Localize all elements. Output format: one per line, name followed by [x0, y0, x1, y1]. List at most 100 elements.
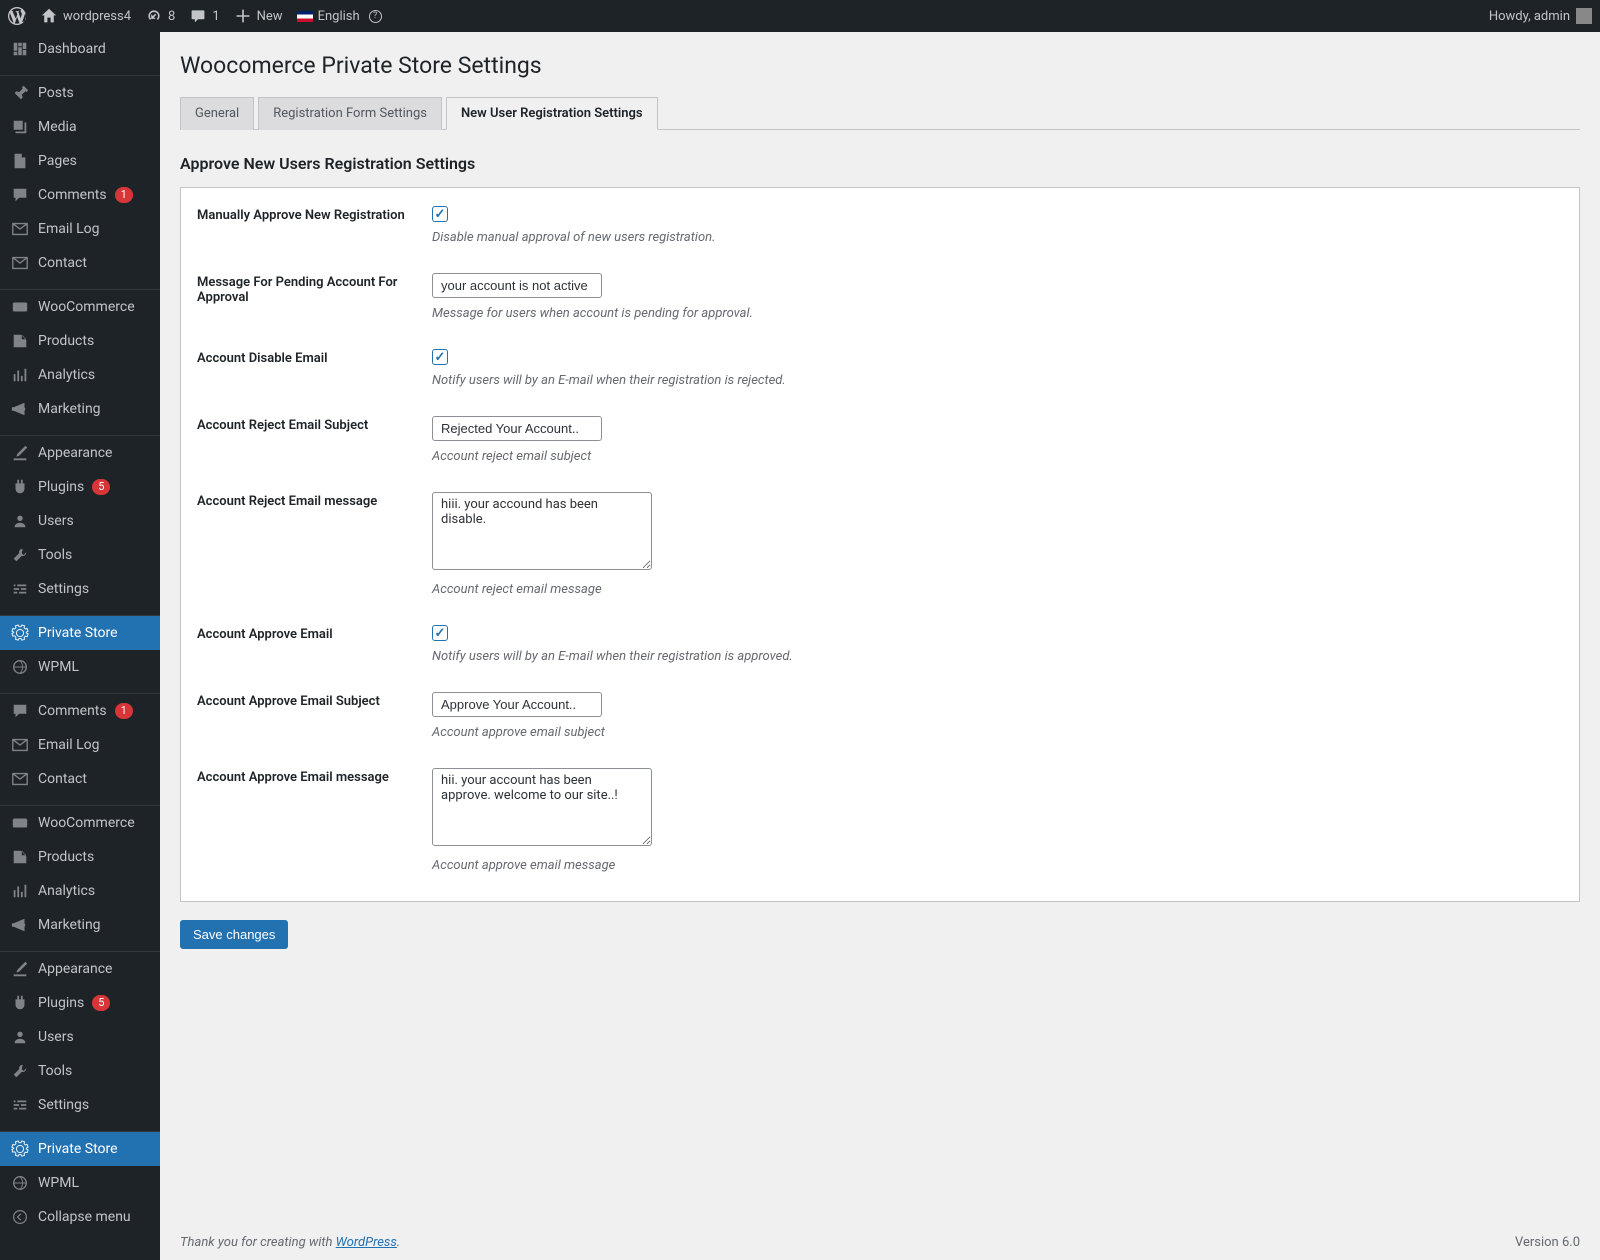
tab-new-user-registration[interactable]: New User Registration Settings: [446, 97, 658, 130]
plugins-icon: [10, 993, 30, 1013]
marketing-icon: [10, 399, 30, 419]
sidebar-item-products[interactable]: Products: [0, 324, 160, 358]
marketing-icon: [10, 915, 30, 935]
sidebar-item-private-store[interactable]: Private Store: [0, 616, 160, 650]
sidebar-item-appearance[interactable]: Appearance: [0, 436, 160, 470]
sidebar-item-comments[interactable]: Comments1: [0, 694, 160, 728]
main-content: Woocomerce Private Store Settings Genera…: [160, 32, 1600, 1260]
wordpress-logo-icon: [8, 7, 26, 25]
sidebar-item-dashboard[interactable]: Dashboard: [0, 32, 160, 66]
users-icon: [10, 511, 30, 531]
media-icon: [10, 117, 30, 137]
sidebar-item-analytics[interactable]: Analytics: [0, 874, 160, 908]
sidebar-item-users[interactable]: Users: [0, 1020, 160, 1054]
field-label: Account Approve Email message: [197, 768, 432, 785]
users-icon: [10, 1027, 30, 1047]
gear-icon: [10, 623, 30, 643]
mail-icon: [10, 219, 30, 239]
uk-flag-icon: [297, 11, 313, 22]
sidebar-item-contact[interactable]: Contact: [0, 246, 160, 280]
mail-icon: [10, 253, 30, 273]
field-label: Manually Approve New Registration: [197, 206, 432, 223]
sidebar-item-wpml[interactable]: WPML: [0, 650, 160, 684]
wordpress-link[interactable]: WordPress: [336, 1235, 397, 1250]
admin-sidebar: DashboardPostsMediaPagesComments1Email L…: [0, 32, 160, 1260]
badge: 5: [92, 479, 110, 495]
sidebar-item-wpml[interactable]: WPML: [0, 1166, 160, 1200]
field-label: Account Disable Email: [197, 349, 432, 366]
field-label: Message For Pending Account For Approval: [197, 273, 432, 305]
adminbar-new[interactable]: New: [234, 7, 283, 25]
sidebar-item-media[interactable]: Media: [0, 110, 160, 144]
adminbar-user[interactable]: Howdy, admin: [1489, 8, 1592, 24]
account-approve-email-checkbox[interactable]: [432, 625, 448, 641]
reject-subject-input[interactable]: [432, 416, 602, 441]
wp-logo[interactable]: [8, 7, 26, 25]
pin-icon: [10, 83, 30, 103]
field-help: Notify users will by an E-mail when thei…: [432, 649, 1563, 664]
settings-form: Manually Approve New Registration Disabl…: [180, 187, 1580, 902]
appearance-icon: [10, 443, 30, 463]
products-icon: [10, 847, 30, 867]
update-icon: [145, 7, 163, 25]
plugins-icon: [10, 477, 30, 497]
field-help: Notify users will by an E-mail when thei…: [432, 373, 1563, 388]
sidebar-item-pages[interactable]: Pages: [0, 144, 160, 178]
sidebar-item-users[interactable]: Users: [0, 504, 160, 538]
account-disable-email-checkbox[interactable]: [432, 349, 448, 365]
sidebar-item-plugins[interactable]: Plugins5: [0, 470, 160, 504]
field-help: Account approve email subject: [432, 725, 1563, 740]
manually-approve-checkbox[interactable]: [432, 206, 448, 222]
sidebar-item-appearance[interactable]: Appearance: [0, 952, 160, 986]
analytics-icon: [10, 881, 30, 901]
adminbar-site-name[interactable]: wordpress4: [40, 7, 131, 25]
section-title: Approve New Users Registration Settings: [180, 154, 1580, 173]
tabs-nav: General Registration Form Settings New U…: [180, 97, 1580, 130]
field-label: Account Approve Email Subject: [197, 692, 432, 709]
tab-general[interactable]: General: [180, 97, 254, 130]
woo-icon: [10, 297, 30, 317]
field-help: Message for users when account is pendin…: [432, 306, 1563, 321]
pending-message-input[interactable]: [432, 273, 602, 298]
sidebar-item-marketing[interactable]: Marketing: [0, 392, 160, 426]
sidebar-item-posts[interactable]: Posts: [0, 76, 160, 110]
sidebar-item-woocommerce[interactable]: WooCommerce: [0, 806, 160, 840]
comment-icon: [10, 701, 30, 721]
plus-icon: [234, 7, 252, 25]
dashboard-icon: [10, 39, 30, 59]
adminbar-comments[interactable]: 1: [189, 7, 219, 25]
badge: 1: [115, 187, 133, 203]
wpml-icon: [10, 1173, 30, 1193]
approve-subject-input[interactable]: [432, 692, 602, 717]
tab-registration-form[interactable]: Registration Form Settings: [258, 97, 442, 130]
sidebar-item-tools[interactable]: Tools: [0, 1054, 160, 1088]
tools-icon: [10, 545, 30, 565]
sidebar-item-woocommerce[interactable]: WooCommerce: [0, 290, 160, 324]
field-help: Account reject email subject: [432, 449, 1563, 464]
sidebar-item-comments[interactable]: Comments1: [0, 178, 160, 212]
save-button[interactable]: Save changes: [180, 920, 288, 949]
collapse-icon: [10, 1207, 30, 1227]
sidebar-item-settings[interactable]: Settings: [0, 572, 160, 606]
comment-icon: [189, 7, 207, 25]
sidebar-item-contact[interactable]: Contact: [0, 762, 160, 796]
adminbar-updates[interactable]: 8: [145, 7, 175, 25]
gear-icon: [10, 1139, 30, 1159]
sidebar-item-settings[interactable]: Settings: [0, 1088, 160, 1122]
tools-icon: [10, 1061, 30, 1081]
sidebar-item-marketing[interactable]: Marketing: [0, 908, 160, 942]
sidebar-item-email-log[interactable]: Email Log: [0, 728, 160, 762]
products-icon: [10, 331, 30, 351]
adminbar-language[interactable]: English?: [297, 9, 382, 24]
approve-message-textarea[interactable]: [432, 768, 652, 846]
analytics-icon: [10, 365, 30, 385]
reject-message-textarea[interactable]: [432, 492, 652, 570]
home-icon: [40, 7, 58, 25]
sidebar-item-tools[interactable]: Tools: [0, 538, 160, 572]
sidebar-item-analytics[interactable]: Analytics: [0, 358, 160, 392]
sidebar-item-products[interactable]: Products: [0, 840, 160, 874]
sidebar-item-plugins[interactable]: Plugins5: [0, 986, 160, 1020]
sidebar-item-private-store[interactable]: Private Store: [0, 1132, 160, 1166]
sidebar-item-email-log[interactable]: Email Log: [0, 212, 160, 246]
collapse-menu[interactable]: Collapse menu: [0, 1200, 160, 1234]
